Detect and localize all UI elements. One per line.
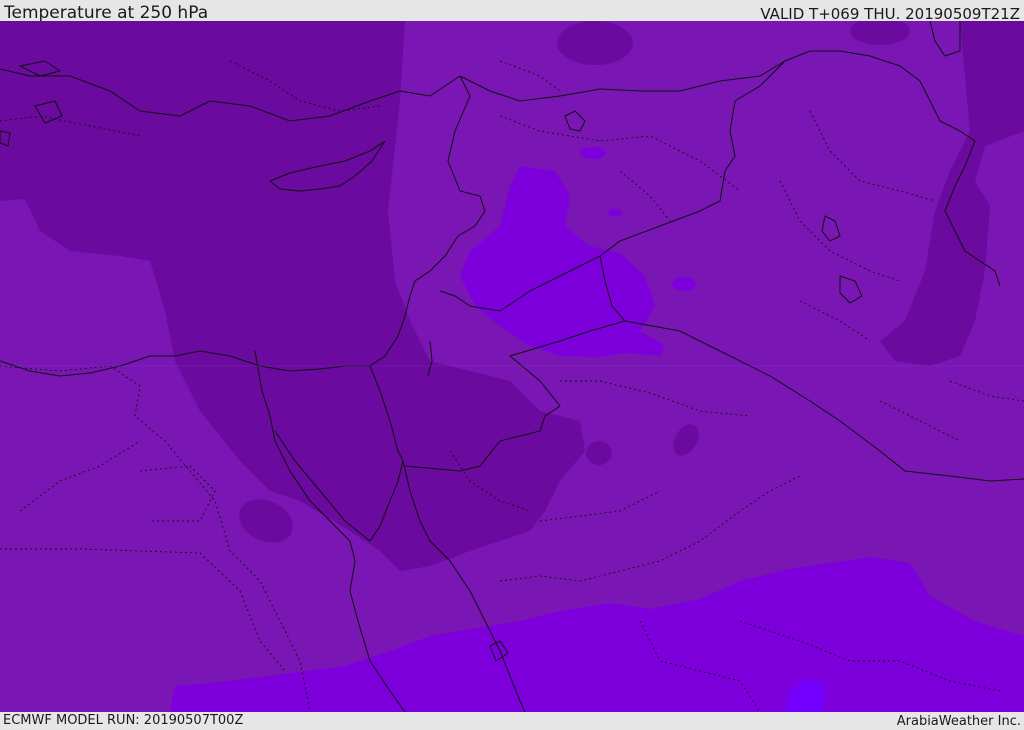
- warm-blob-iraq: [672, 277, 696, 291]
- weather-map[interactable]: [0, 21, 1024, 712]
- header-bar: Temperature at 250 hPa VALID T+069 THU. …: [0, 0, 1024, 23]
- temperature-map-svg: [0, 21, 1024, 712]
- cold-blob-north: [557, 21, 633, 65]
- map-title: Temperature at 250 hPa: [4, 3, 209, 23]
- footer-bar: ECMWF MODEL RUN: 20190507T00Z ArabiaWeat…: [0, 712, 1024, 729]
- warm-blob-syria-small: [608, 209, 622, 217]
- model-run-label: ECMWF MODEL RUN: 20190507T00Z: [3, 713, 244, 728]
- cold-blob-jordan: [586, 441, 612, 465]
- credit-label: ArabiaWeather Inc.: [896, 714, 1021, 729]
- warm-blob-syria-north: [580, 147, 606, 159]
